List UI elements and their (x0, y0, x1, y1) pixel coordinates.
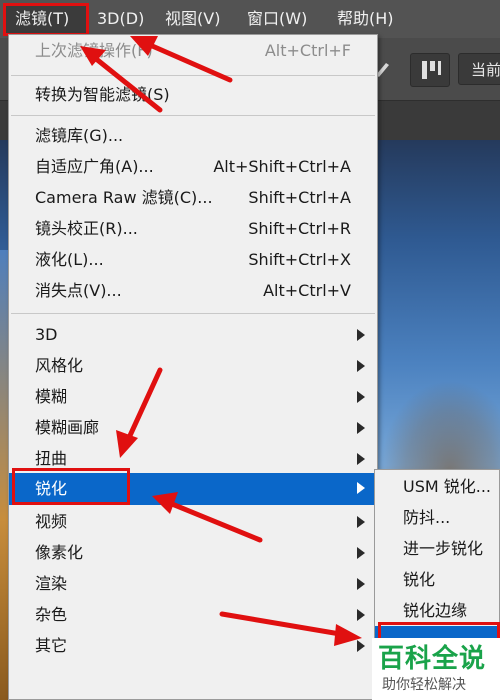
menu-item-label: 像素化 (35, 543, 84, 562)
submenu-item-label: USM 锐化... (403, 477, 492, 496)
menu-item-label: 消失点(V)... (35, 281, 122, 300)
submenu-item-label: 锐化 (403, 570, 436, 589)
watermark-subtitle: 助你轻松解决 (382, 677, 466, 693)
submenu-item-usm-sharpen[interactable]: USM 锐化... (375, 472, 500, 502)
watermark-title: 百科全说 (378, 644, 487, 674)
menu-item-label: 杂色 (35, 605, 68, 624)
menu-item-shortcut: Shift+Ctrl+X (248, 250, 351, 269)
submenu-arrow-icon (357, 482, 365, 494)
submenu-arrow-icon (357, 516, 365, 528)
submenu-arrow-icon (357, 640, 365, 652)
menu-filter[interactable]: 滤镜(T) (15, 0, 69, 38)
menu-3d[interactable]: 3D(D) (97, 0, 144, 38)
menu-item-label: 镜头校正(R)... (35, 219, 138, 238)
menu-item-3d[interactable]: 3D (9, 320, 377, 350)
submenu-arrow-icon (357, 391, 365, 403)
menu-item-label: 渲染 (35, 574, 68, 593)
sharpen-annotation-box (12, 468, 130, 505)
menu-window[interactable]: 窗口(W) (247, 0, 307, 38)
menu-item-label: 模糊画廊 (35, 418, 100, 437)
menu-item-label: 液化(L)... (35, 250, 104, 269)
menu-item-label: 转换为智能滤镜(S) (35, 85, 170, 104)
menu-item-label: 上次滤镜操作(F) (35, 41, 153, 60)
menu-item-label: Camera Raw 滤镜(C)... (35, 188, 213, 207)
menu-separator (11, 75, 375, 76)
submenu-arrow-icon (357, 360, 365, 372)
menu-item-shortcut: Alt+Shift+Ctrl+A (213, 157, 351, 176)
menu-item-adaptive-wide-angle[interactable]: 自适应广角(A)... Alt+Shift+Ctrl+A (9, 152, 377, 182)
menu-item-label: 视频 (35, 512, 68, 531)
menu-item-label: 3D (35, 325, 58, 344)
submenu-item-sharpen[interactable]: 锐化 (375, 565, 500, 595)
menu-item-pixelate[interactable]: 像素化 (9, 538, 377, 568)
submenu-arrow-icon (357, 329, 365, 341)
menu-item-noise[interactable]: 杂色 (9, 600, 377, 630)
menu-item-label: 模糊 (35, 387, 68, 406)
menu-separator (11, 115, 375, 116)
menu-item-label: 滤镜库(G)... (35, 126, 124, 145)
menu-item-convert-smart-filter[interactable]: 转换为智能滤镜(S) (9, 80, 377, 110)
menu-item-blur-gallery[interactable]: 模糊画廊 (9, 413, 377, 443)
menu-item-label: 其它 (35, 636, 68, 655)
menu-view[interactable]: 视图(V) (165, 0, 220, 38)
submenu-arrow-icon (357, 422, 365, 434)
align-panel-icon[interactable] (410, 53, 450, 87)
submenu-item-label: 防抖... (403, 508, 451, 527)
menu-item-liquify[interactable]: 液化(L)... Shift+Ctrl+X (9, 245, 377, 275)
menu-item-last-filter: 上次滤镜操作(F) Alt+Ctrl+F (9, 36, 377, 66)
menu-item-blur[interactable]: 模糊 (9, 382, 377, 412)
submenu-item-sharpen-more[interactable]: 进一步锐化 (375, 534, 500, 564)
menu-item-stylize[interactable]: 风格化 (9, 351, 377, 381)
menubar: 滤镜(T) 3D(D) 视图(V) 窗口(W) 帮助(H) (0, 0, 500, 38)
menu-help[interactable]: 帮助(H) (337, 0, 394, 38)
menu-item-camera-raw[interactable]: Camera Raw 滤镜(C)... Shift+Ctrl+A (9, 183, 377, 213)
menu-item-render[interactable]: 渲染 (9, 569, 377, 599)
menu-item-vanishing-point[interactable]: 消失点(V)... Alt+Ctrl+V (9, 276, 377, 306)
menu-item-lens-correction[interactable]: 镜头校正(R)... Shift+Ctrl+R (9, 214, 377, 244)
menu-item-shortcut: Shift+Ctrl+A (248, 188, 351, 207)
menu-item-label: 自适应广角(A)... (35, 157, 154, 176)
menu-item-shortcut: Alt+Ctrl+V (263, 281, 351, 300)
filter-dropdown-menu: 上次滤镜操作(F) Alt+Ctrl+F 转换为智能滤镜(S) 滤镜库(G)..… (8, 34, 378, 700)
menu-item-filter-gallery[interactable]: 滤镜库(G)... (9, 121, 377, 151)
watermark-logo: 百科全说 助你轻松解决 (372, 638, 500, 700)
submenu-arrow-icon (357, 547, 365, 559)
submenu-arrow-icon (357, 453, 365, 465)
submenu-item-shake-reduction[interactable]: 防抖... (375, 503, 500, 533)
submenu-arrow-icon (357, 609, 365, 621)
menu-item-shortcut: Alt+Ctrl+F (264, 41, 351, 60)
submenu-item-label: 进一步锐化 (403, 539, 484, 558)
menu-item-video[interactable]: 视频 (9, 507, 377, 537)
menu-separator (11, 313, 375, 314)
submenu-arrow-icon (357, 578, 365, 590)
menu-item-label: 风格化 (35, 356, 84, 375)
menu-item-shortcut: Shift+Ctrl+R (248, 219, 351, 238)
current-mode-field[interactable]: 当前 (458, 53, 500, 85)
menu-item-other[interactable]: 其它 (9, 631, 377, 661)
